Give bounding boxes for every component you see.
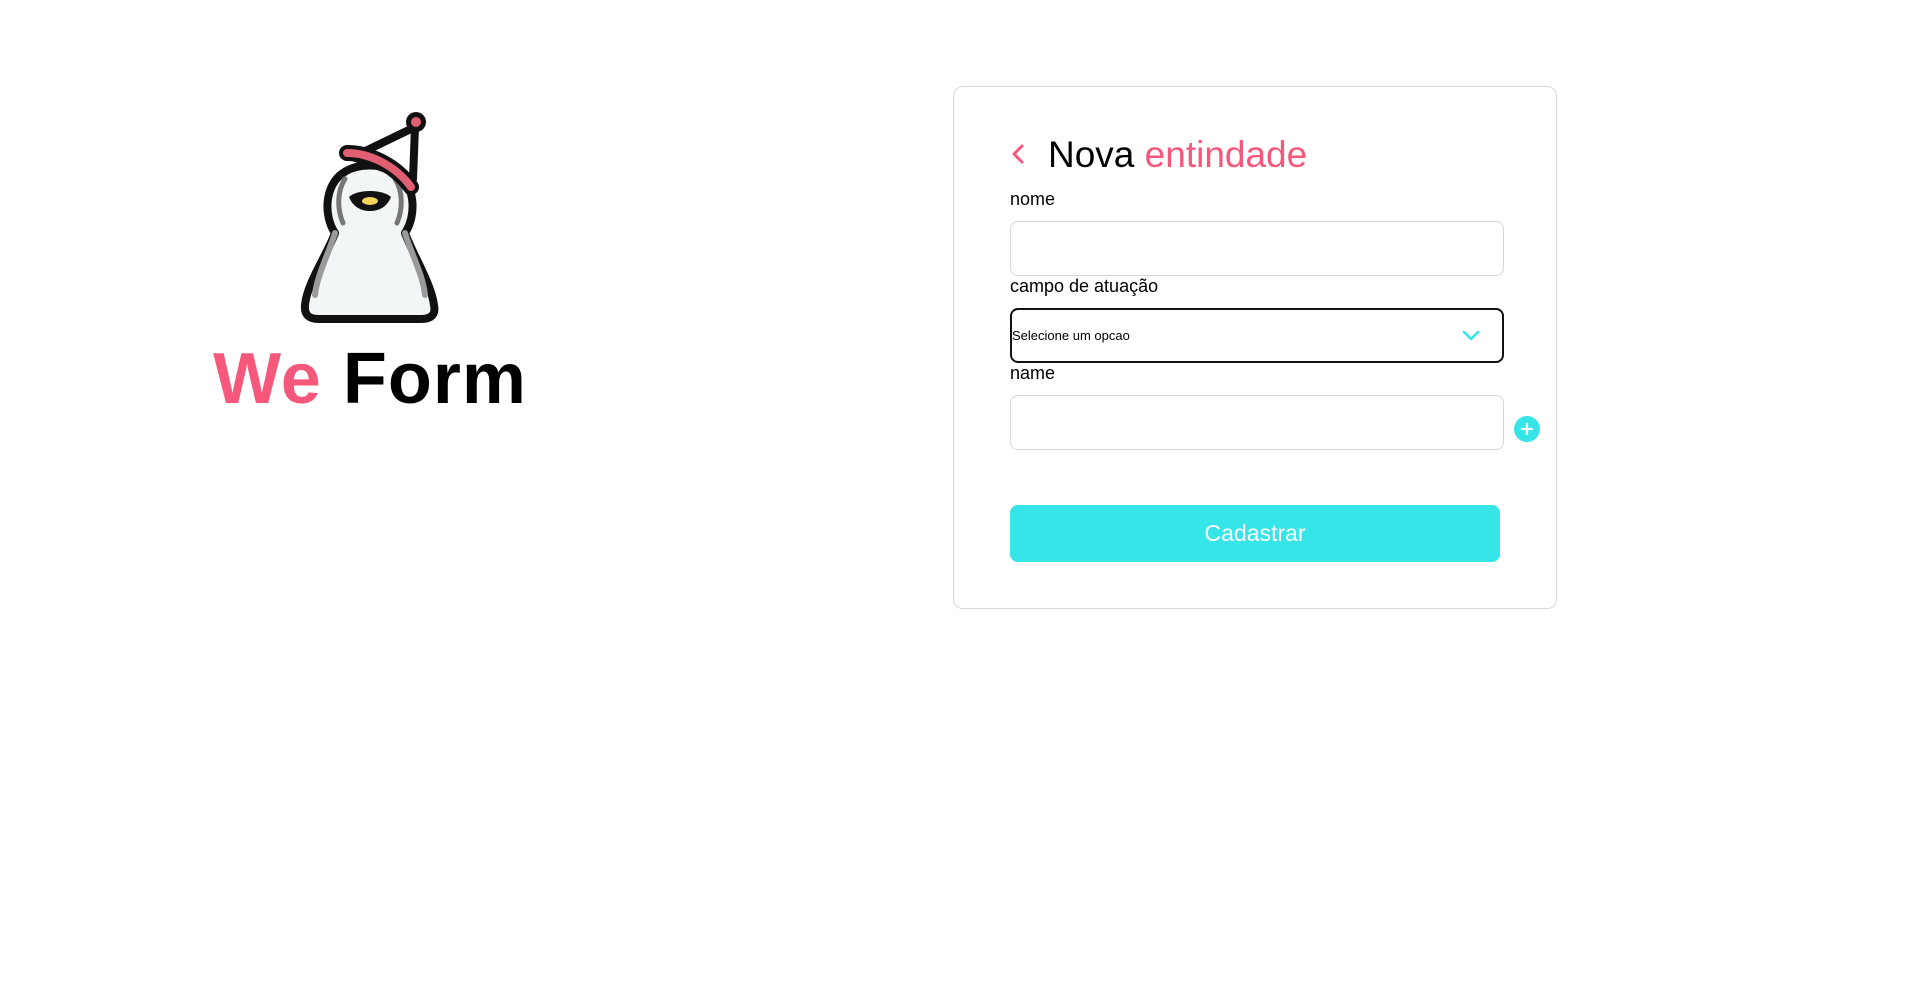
page-title-part2: entindade (1144, 133, 1308, 175)
field-of-activity-label: campo de atuação (1010, 276, 1159, 296)
name-en-field-label: name (1010, 363, 1056, 383)
card-header: Nova entindade (1010, 129, 1307, 179)
add-field-button[interactable] (1514, 416, 1540, 442)
name-input[interactable] (1010, 221, 1504, 276)
back-button[interactable] (1010, 139, 1034, 169)
brand-title-form: Form (342, 339, 527, 419)
field-of-activity-select[interactable]: Selecione um opcao (1010, 308, 1504, 363)
name-en-input[interactable] (1010, 395, 1504, 450)
name-field-label: nome (1010, 189, 1056, 209)
page-title: Nova entindade (1048, 136, 1307, 173)
brand-title-we: We (213, 339, 322, 419)
chevron-down-icon (1460, 325, 1482, 347)
plus-circle-icon (1520, 422, 1534, 436)
brand: We Form (200, 105, 540, 415)
page: We Form Nova entindade nome campo de atu… (0, 0, 1920, 988)
brand-title: We Form (200, 343, 540, 415)
penguin-party-hat-icon (300, 112, 439, 323)
select-value: Selecione um opcao (1012, 328, 1130, 343)
chevron-left-icon (1012, 144, 1024, 164)
submit-button[interactable]: Cadastrar (1010, 505, 1500, 562)
new-entity-card: Nova entindade nome campo de atuação Sel… (953, 86, 1557, 609)
page-title-part1: Nova (1048, 133, 1135, 175)
